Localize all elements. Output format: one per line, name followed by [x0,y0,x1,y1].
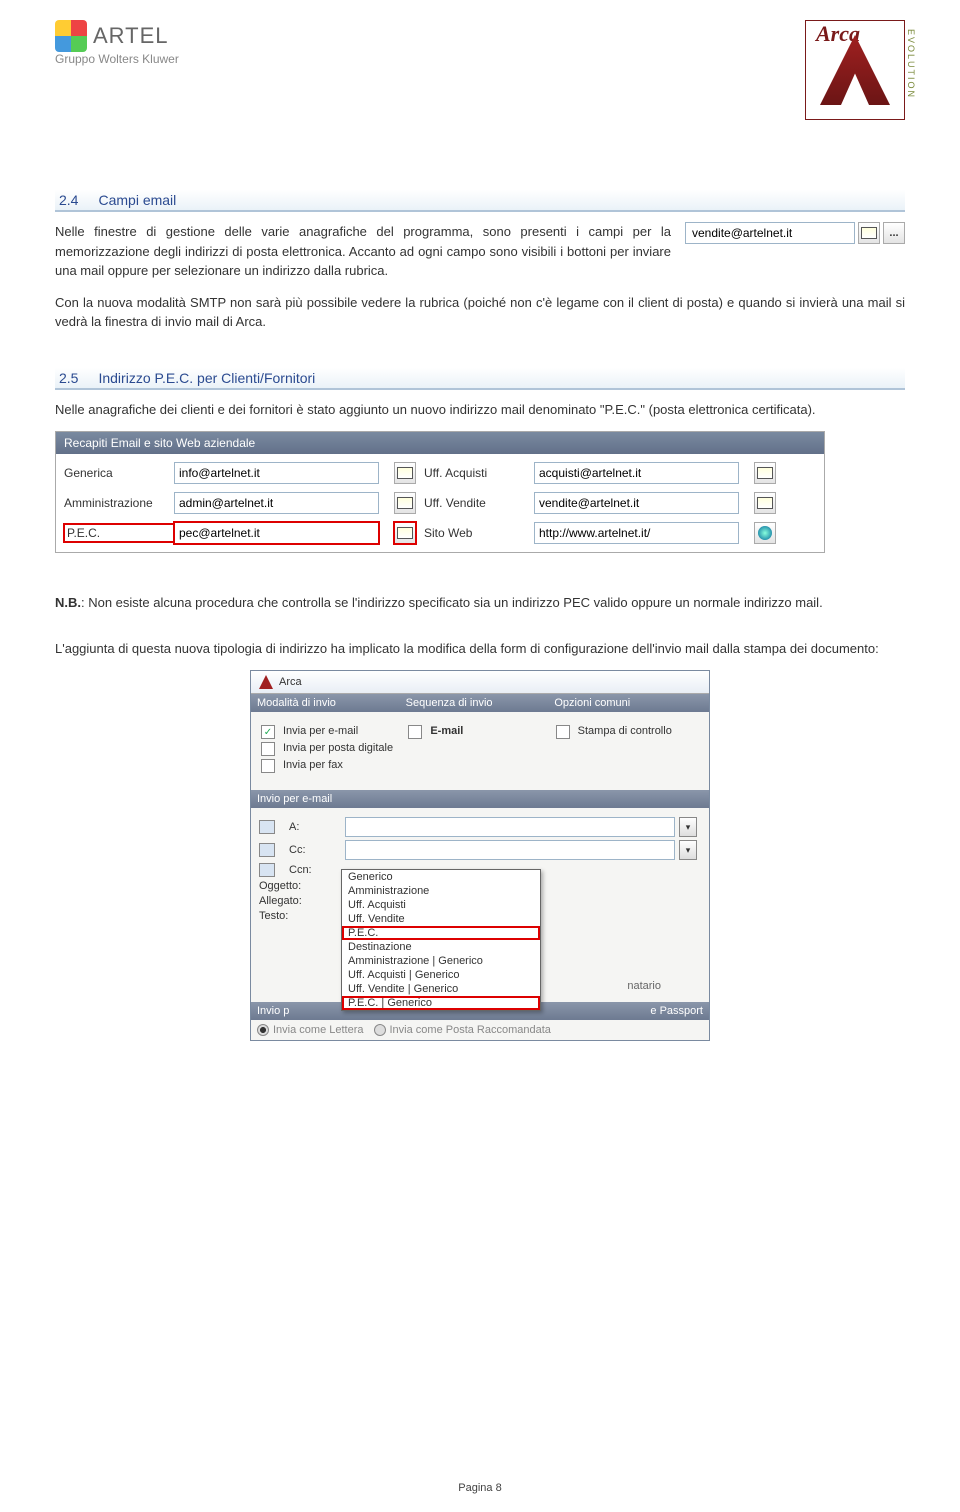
chk-invia-email[interactable] [261,725,275,739]
seq-email-label: E-mail [430,725,463,739]
artel-icon [55,20,87,52]
generica-mail-icon[interactable] [394,462,416,484]
to-label: A: [289,821,341,833]
arca-dialog-icon [259,675,273,689]
dialog-bar1: Modalità di invio Sequenza di invio Opzi… [251,694,709,712]
nb-paragraph: N.B.: Non esiste alcuna procedura che co… [55,593,905,613]
dd-pec[interactable]: P.E.C. [342,926,540,940]
chk-invia-email-row[interactable]: Invia per e-mail [261,725,404,739]
section-2-4-p2: Con la nuova modalità SMTP non sarà più … [55,293,905,332]
section-2-4-title: Campi email [98,192,176,208]
book-icon[interactable] [259,820,275,834]
to-row: A: ▾ [259,817,701,837]
send-mail-icon[interactable] [858,222,880,244]
uffacq-label: Uff. Acquisti [424,466,534,480]
radio-icon [374,1024,386,1036]
radio-raccomandata-label: Invia come Posta Raccomandata [390,1024,551,1036]
amm-input[interactable] [174,492,379,514]
dd-amm-generico[interactable]: Amministrazione | Generico [342,954,540,968]
uffacq-mail-icon[interactable] [754,462,776,484]
dd-uffvendite[interactable]: Uff. Vendite [342,912,540,926]
chk-invia-email-label: Invia per e-mail [283,725,358,739]
browse-rubrica-button[interactable]: ... [883,222,905,244]
artel-text: ARTEL [93,23,169,49]
chk-posta-digitale[interactable] [261,742,275,756]
arca-dialog-title: Arca [251,671,709,694]
form-change-paragraph: L'aggiunta di questa nuova tipologia di … [55,639,905,659]
opt-stampa-row[interactable]: Stampa di controllo [556,725,699,739]
dd-uffvend-generico[interactable]: Uff. Vendite | Generico [342,982,540,996]
chk-posta-digitale-row[interactable]: Invia per posta digitale [261,742,404,756]
ccn-dropdown[interactable]: Generico Amministrazione Uff. Acquisti U… [341,869,541,1011]
page-footer: Pagina 8 [0,1482,960,1494]
cc-combo-button[interactable]: ▾ [679,840,697,860]
bar3-b: e Passport [650,1005,703,1017]
arca-evolution-text: EVOLUTION [906,29,916,99]
cc-label: Cc: [289,844,341,856]
chk-fax-row[interactable]: Invia per fax [261,759,404,773]
opt-stampa[interactable] [556,725,570,739]
bar2-label: Invio per e-mail [257,793,703,805]
pec-mail-icon[interactable] [394,522,416,544]
bar1-c3: Opzioni comuni [554,697,703,709]
page-header: ARTEL Gruppo Wolters Kluwer Arca EVOLUTI… [55,20,905,120]
bar1-c1: Modalità di invio [257,697,406,709]
opt-stampa-label: Stampa di controllo [578,725,672,739]
seq-email-box[interactable] [408,725,422,739]
logo-artel-block: ARTEL Gruppo Wolters Kluwer [55,20,179,120]
bar1-c2: Sequenza di invio [406,697,555,709]
dd-pec-generico[interactable]: P.E.C. | Generico [342,996,540,1010]
radio-row: Invia come Lettera Invia come Posta Racc… [251,1020,709,1040]
uffacq-input[interactable] [534,462,739,484]
logo-arca-block: Arca EVOLUTION [805,20,905,120]
sito-input[interactable] [534,522,739,544]
section-2-5-num: 2.5 [59,370,78,386]
amm-mail-icon[interactable] [394,492,416,514]
dd-uffacquisti[interactable]: Uff. Acquisti [342,898,540,912]
section-2-5-p1: Nelle anagrafiche dei clienti e dei forn… [55,400,905,420]
generica-input[interactable] [174,462,379,484]
pec-input[interactable] [174,522,379,544]
uffvend-input[interactable] [534,492,739,514]
dialog-bar2: Invio per e-mail [251,790,709,808]
pec-label: P.E.C. [64,524,174,542]
arca-dialog-title-text: Arca [279,676,302,688]
dd-destinazione[interactable]: Destinazione [342,940,540,954]
radio-lettera[interactable]: Invia come Lettera [257,1024,364,1036]
radio-raccomandata[interactable]: Invia come Posta Raccomandata [374,1024,551,1036]
artel-subtitle: Gruppo Wolters Kluwer [55,52,179,66]
uffvend-mail-icon[interactable] [754,492,776,514]
radio-lettera-label: Invia come Lettera [273,1024,364,1036]
dd-generico[interactable]: Generico [342,870,540,884]
amm-label: Amministrazione [64,496,174,510]
sample-email-field: ... [685,222,905,244]
book-icon[interactable] [259,843,275,857]
section-2-4-header: 2.4 Campi email [55,190,905,212]
nb-text: : Non esiste alcuna procedura che contro… [81,595,823,610]
cc-row: Cc: ▾ [259,840,701,860]
to-combo-button[interactable]: ▾ [679,817,697,837]
chk-posta-digitale-label: Invia per posta digitale [283,742,393,756]
section-2-5-header: 2.5 Indirizzo P.E.C. per Clienti/Fornito… [55,368,905,390]
arca-dialog: Arca Modalità di invio Sequenza di invio… [250,670,710,1041]
cc-input[interactable] [345,840,675,860]
section-2-4-num: 2.4 [59,192,78,208]
sample-email-input[interactable] [685,222,855,244]
chk-fax[interactable] [261,759,275,773]
uffvend-label: Uff. Vendite [424,496,534,510]
sito-browse-icon[interactable] [754,522,776,544]
nb-label: N.B. [55,595,81,610]
generica-label: Generica [64,466,174,480]
section-2-5-title: Indirizzo P.E.C. per Clienti/Fornitori [98,370,315,386]
chk-fax-label: Invia per fax [283,759,343,773]
radio-icon [257,1024,269,1036]
sito-label: Sito Web [424,526,534,540]
to-input[interactable] [345,817,675,837]
dd-amministrazione[interactable]: Amministrazione [342,884,540,898]
recapiti-title: Recapiti Email e sito Web aziendale [56,432,824,454]
dd-uffacq-generico[interactable]: Uff. Acquisti | Generico [342,968,540,982]
seq-email-row[interactable]: E-mail [408,725,551,739]
recapiti-panel: Recapiti Email e sito Web aziendale Gene… [55,431,825,553]
